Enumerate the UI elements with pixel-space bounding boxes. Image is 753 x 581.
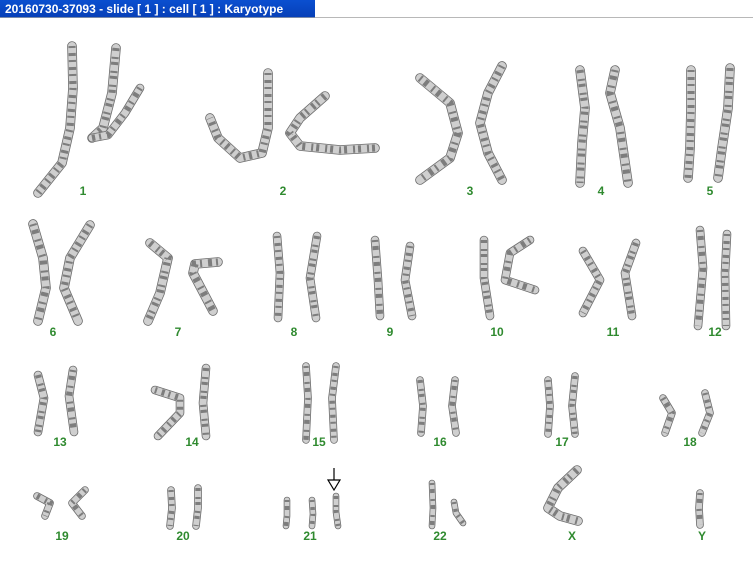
chromosome-label-9: 9 <box>387 325 394 339</box>
chromosome <box>285 91 380 155</box>
karyotype-panel: 1 2 3 4 56 7 8 9 10 11 1213 14 15 16 17 1819 20 21 22 X Y <box>28 41 735 543</box>
chromosome-label-20: 20 <box>176 529 190 543</box>
chromosome-body <box>303 363 311 443</box>
chromosome <box>205 68 273 163</box>
chromosome-label-18: 18 <box>683 435 697 449</box>
chromosome-label-2: 2 <box>280 184 287 198</box>
chromosome-label-17: 17 <box>555 435 569 449</box>
window-title: 20160730-37093 - slide [ 1 ] : cell [ 1 … <box>0 0 315 18</box>
chromosome-label-22: 22 <box>433 529 447 543</box>
chromosome-label-7: 7 <box>175 325 182 339</box>
chromosome-label-21: 21 <box>303 529 317 543</box>
chromosome-label-12: 12 <box>708 325 722 339</box>
chromosome-label-11: 11 <box>607 325 620 339</box>
chromosome-label-13: 13 <box>53 435 67 449</box>
chromosome-label-1: 1 <box>80 184 87 198</box>
chromosome-label-x: X <box>568 529 576 543</box>
chromosome-label-15: 15 <box>312 435 326 449</box>
chromosome-label-4: 4 <box>598 184 605 198</box>
chromosome-body <box>476 62 506 184</box>
chromosome-label-14: 14 <box>185 435 199 449</box>
chromosome-label-16: 16 <box>433 435 447 449</box>
chromosome-label-8: 8 <box>291 325 298 339</box>
chromosome-label-5: 5 <box>707 184 714 198</box>
chromosome-body <box>451 499 466 526</box>
chromosome-label-10: 10 <box>490 325 504 339</box>
chromosome-body <box>167 487 175 529</box>
chromosome-label-3: 3 <box>467 184 474 198</box>
chromosome-body <box>273 232 284 322</box>
chromosome-body <box>193 485 201 529</box>
arrow-down-icon <box>326 468 342 492</box>
chromosome-label-19: 19 <box>55 529 69 543</box>
chromosome-label-y: Y <box>698 529 706 543</box>
chromosome-label-6: 6 <box>50 325 57 339</box>
chromosome-body <box>417 377 426 436</box>
